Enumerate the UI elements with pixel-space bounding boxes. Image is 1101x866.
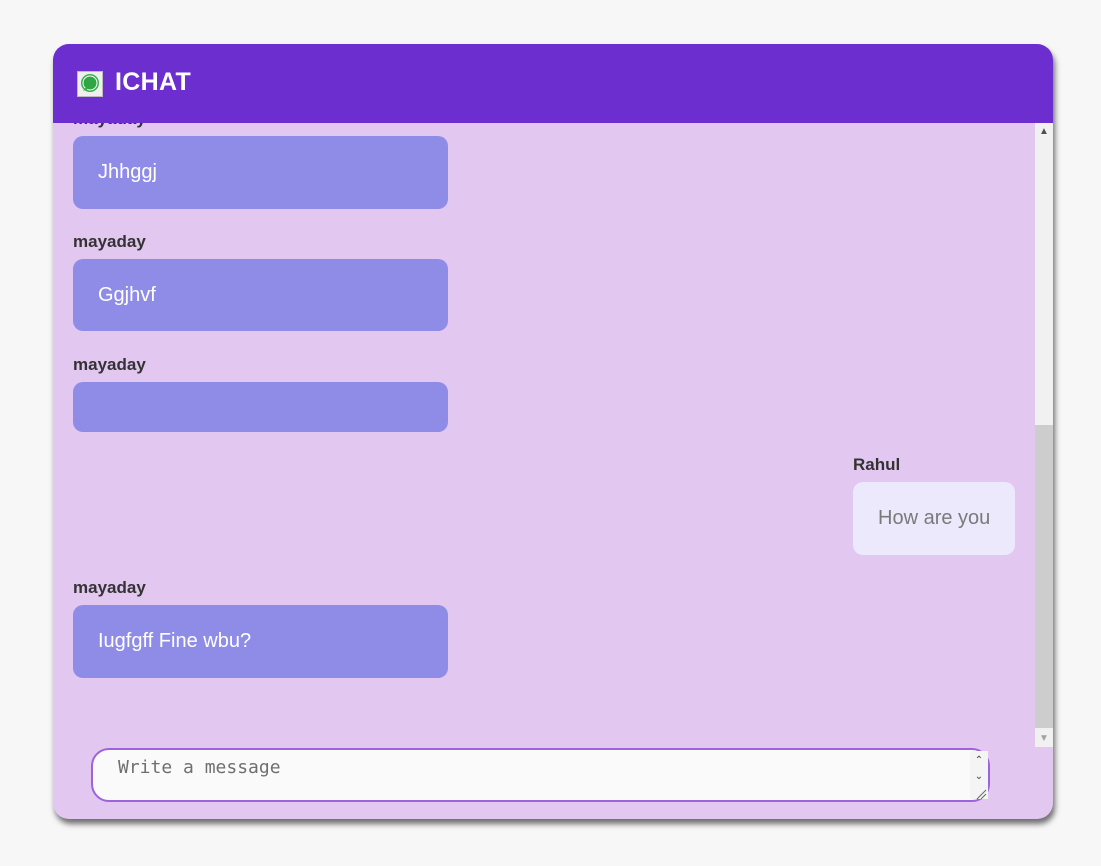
resize-grip-icon[interactable] — [975, 787, 987, 800]
message-bubble — [73, 382, 448, 432]
message-sender: mayaday — [73, 355, 146, 374]
message-sender: mayaday — [73, 123, 146, 129]
chevron-down-icon[interactable]: ⌄ — [970, 769, 988, 785]
message-bubble: How are you — [853, 482, 1015, 555]
message-bubble: Ggjhvf — [73, 259, 448, 331]
chat-bubble-icon — [77, 71, 103, 97]
messages-scrollbar[interactable]: ▲ ▼ — [1035, 123, 1053, 747]
chevron-up-icon[interactable]: ⌃ — [970, 753, 988, 769]
message-sender: mayaday — [73, 578, 146, 597]
scroll-down-arrow-icon[interactable]: ▼ — [1035, 730, 1053, 747]
message-bubble: Jhhggj — [73, 136, 448, 209]
app-title: ICHAT — [115, 68, 192, 96]
app-header: ICHAT — [53, 44, 1053, 123]
scroll-up-arrow-icon[interactable]: ▲ — [1035, 123, 1053, 140]
message-sender: Rahul — [853, 455, 901, 474]
chat-window: ICHAT mayaday Jhhggj mayaday Ggjhvf maya… — [53, 44, 1053, 819]
message-input-placeholder: Write a message — [118, 757, 281, 778]
scrollbar-thumb[interactable] — [1035, 425, 1053, 728]
message-input[interactable]: Write a message ⌃ ⌄ — [91, 748, 990, 802]
message-list[interactable]: mayaday Jhhggj mayaday Ggjhvf mayaday Ra… — [53, 123, 1035, 747]
message-sender: mayaday — [73, 232, 146, 251]
message-bubble: Iugfgff Fine wbu? — [73, 605, 448, 678]
